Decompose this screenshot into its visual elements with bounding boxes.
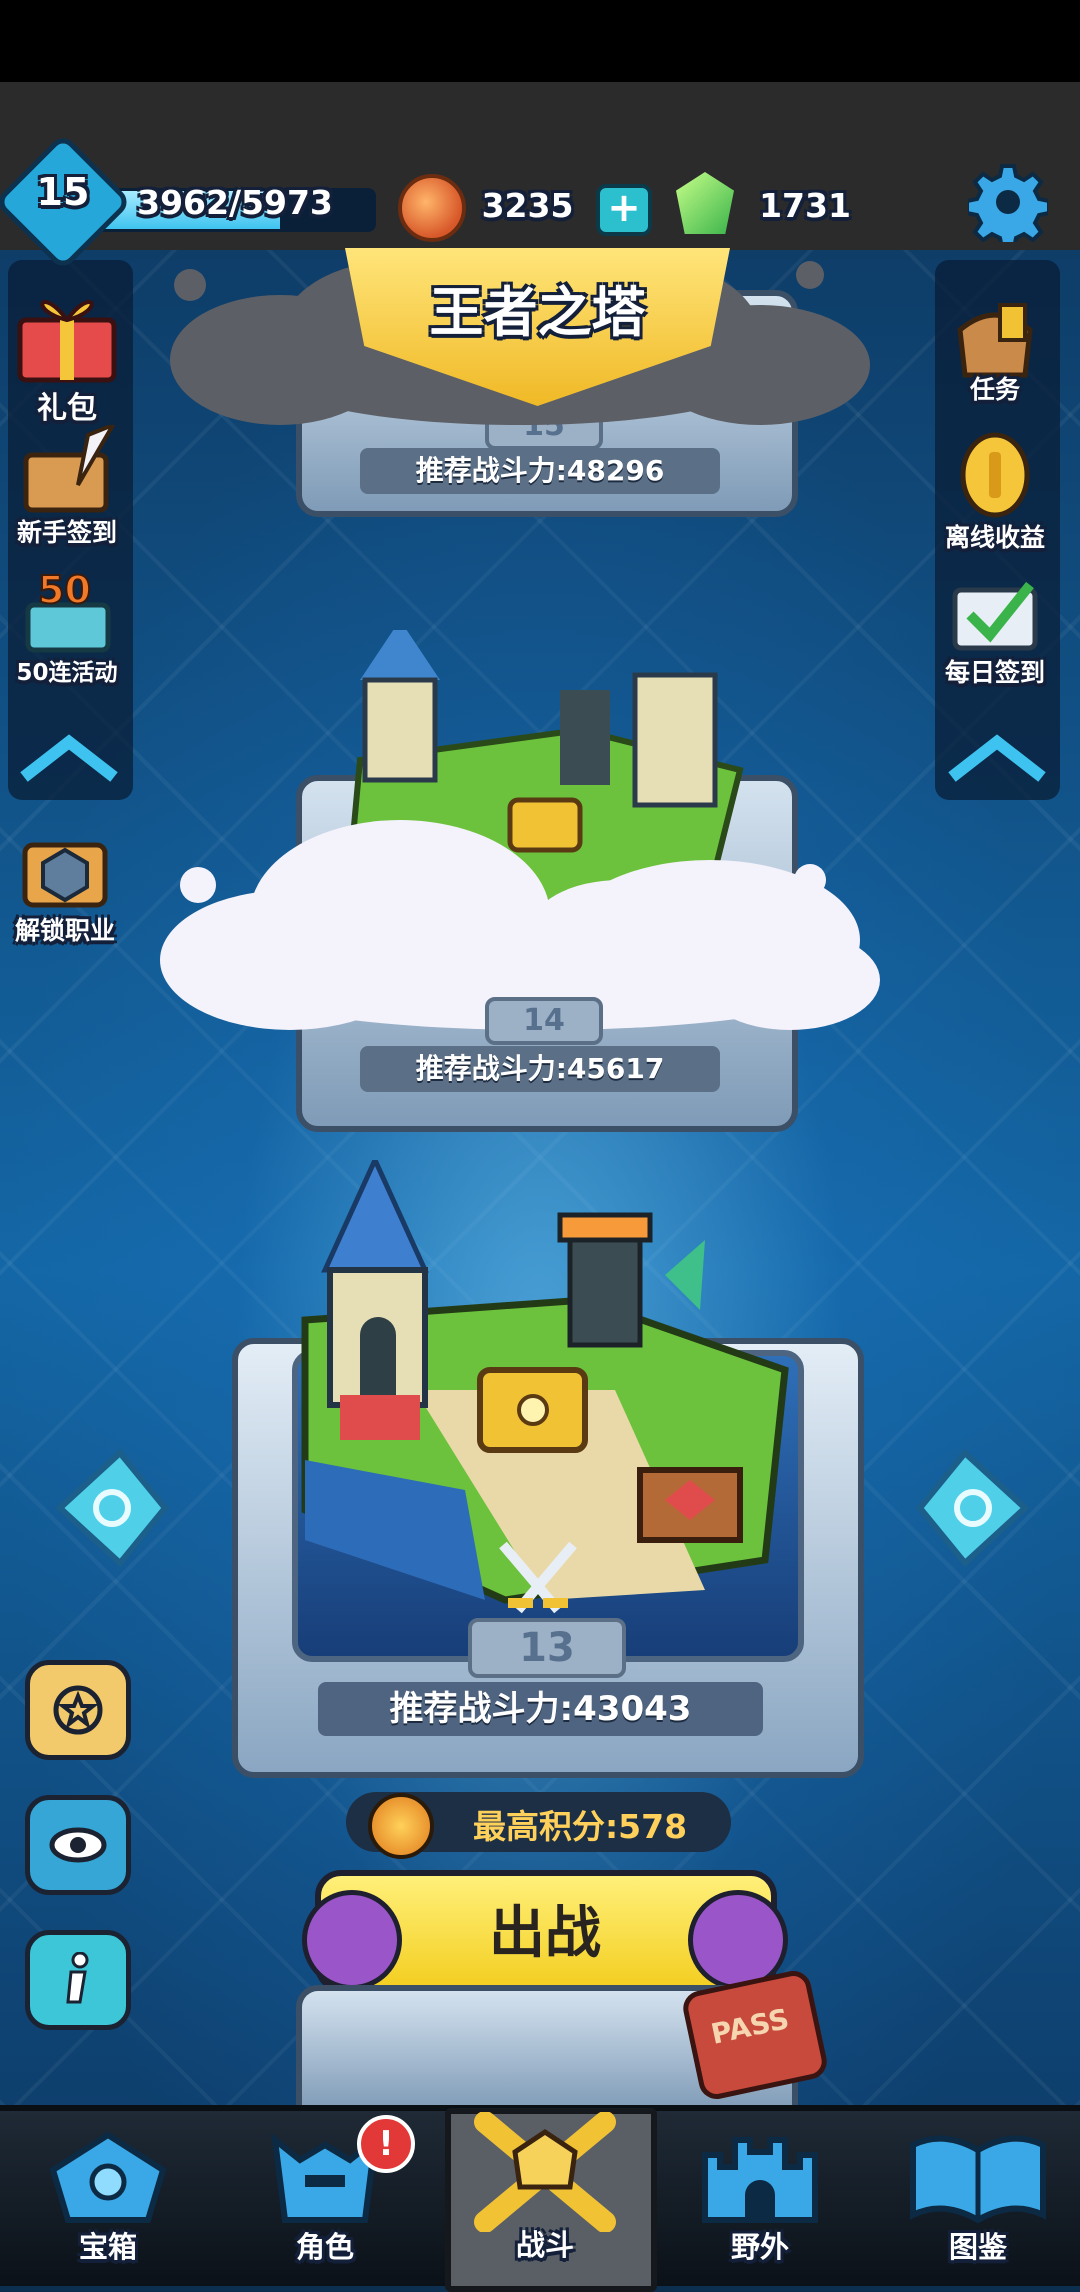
status-bar-area <box>0 0 1080 82</box>
gift-box-icon <box>17 300 117 383</box>
nav-tab-wilderness[interactable]: 野外 <box>670 2120 850 2270</box>
gem-count: 1731 <box>759 186 851 225</box>
next-stage-arrow-icon[interactable] <box>915 1448 1035 1568</box>
stage-13-power: 推荐战斗力:43043 <box>318 1682 763 1736</box>
stage-13-number: 13 <box>468 1618 626 1678</box>
castle-icon <box>702 2137 818 2223</box>
nav-tab-battle[interactable]: 战斗 <box>455 2111 635 2272</box>
crossed-swords-icon <box>474 2111 616 2233</box>
right-menu-quests-label: 任务 <box>969 375 1020 404</box>
quill-scroll-icon <box>23 425 116 513</box>
codex-book-icon <box>910 2135 1046 2224</box>
previous-stage-arrow-icon[interactable] <box>50 1448 170 1568</box>
left-menu-fifty-event[interactable]: 50 50连活动 <box>0 565 135 690</box>
left-menu-unlock-class-label: 解锁职业 <box>14 916 115 945</box>
treasure-chest-nav-icon <box>49 2131 167 2223</box>
tower-title: 王者之塔 <box>429 281 646 344</box>
nav-tab-codex-label: 图鉴 <box>948 2230 1007 2264</box>
coin-count: 3235 <box>481 186 574 225</box>
quest-bag-icon <box>957 303 1033 378</box>
svg-text:50: 50 <box>38 568 91 612</box>
battle-button-label: 出战 <box>489 1901 601 1966</box>
right-menu-offline-income[interactable]: 离线收益 <box>920 430 1070 555</box>
right-menu-daily-checkin-label: 每日签到 <box>944 658 1045 687</box>
crossed-swords-marker-icon <box>499 1541 577 1614</box>
coin-icon <box>398 174 466 242</box>
achievement-medal-button[interactable] <box>25 1660 131 1760</box>
right-menu-daily-checkin[interactable]: 每日签到 <box>920 565 1070 690</box>
daily-checkin-icon <box>952 581 1038 651</box>
right-menu-collapse-icon[interactable] <box>942 732 1052 782</box>
medal-star-icon <box>53 1685 103 1735</box>
left-menu-gift-label: 礼包 <box>37 391 97 426</box>
nav-tab-character-label: 角色 <box>295 2230 354 2264</box>
nav-tab-wilderness-label: 野外 <box>730 2230 789 2264</box>
right-menu-offline-income-label: 离线收益 <box>944 523 1045 552</box>
info-icon <box>66 1952 89 2004</box>
stage-14-power: 推荐战斗力:45617 <box>360 1046 720 1092</box>
left-menu-collapse-icon[interactable] <box>14 732 124 782</box>
stage-15-power: 推荐战斗力:48296 <box>360 448 720 494</box>
settings-gear-icon[interactable] <box>968 162 1048 242</box>
nav-tab-chest-label: 宝箱 <box>78 2230 137 2264</box>
eye-icon <box>49 1827 107 1863</box>
level-number: 15 <box>36 170 90 214</box>
info-button[interactable] <box>25 1930 131 2030</box>
left-menu-unlock-class[interactable]: 解锁职业 <box>0 825 135 950</box>
left-menu-gift[interactable]: 礼包 <box>0 285 135 426</box>
class-unlock-icon <box>22 842 108 908</box>
view-button[interactable] <box>25 1795 131 1895</box>
left-menu-fifty-event-label: 50连活动 <box>16 660 118 686</box>
fifty-chest-icon: 50 <box>25 567 111 653</box>
left-menu-newbie-signin[interactable]: 新手签到 <box>0 425 135 550</box>
left-menu-newbie-signin-label: 新手签到 <box>16 518 117 547</box>
header-band <box>0 82 1080 262</box>
medal-icon <box>368 1793 434 1859</box>
high-score-text: 最高积分:578 <box>472 1807 688 1846</box>
character-alert-badge: ! <box>357 2115 415 2173</box>
xp-text: 3962/5973 <box>137 183 333 222</box>
right-menu-quests[interactable]: 任务 <box>920 290 1070 410</box>
add-coins-button[interactable]: + <box>596 184 652 236</box>
offline-coin-icon <box>960 432 1030 518</box>
nav-tab-codex[interactable]: 图鉴 <box>888 2120 1068 2270</box>
stage-14-number: 14 <box>485 997 603 1045</box>
nav-tab-chest[interactable]: 宝箱 <box>18 2120 198 2270</box>
